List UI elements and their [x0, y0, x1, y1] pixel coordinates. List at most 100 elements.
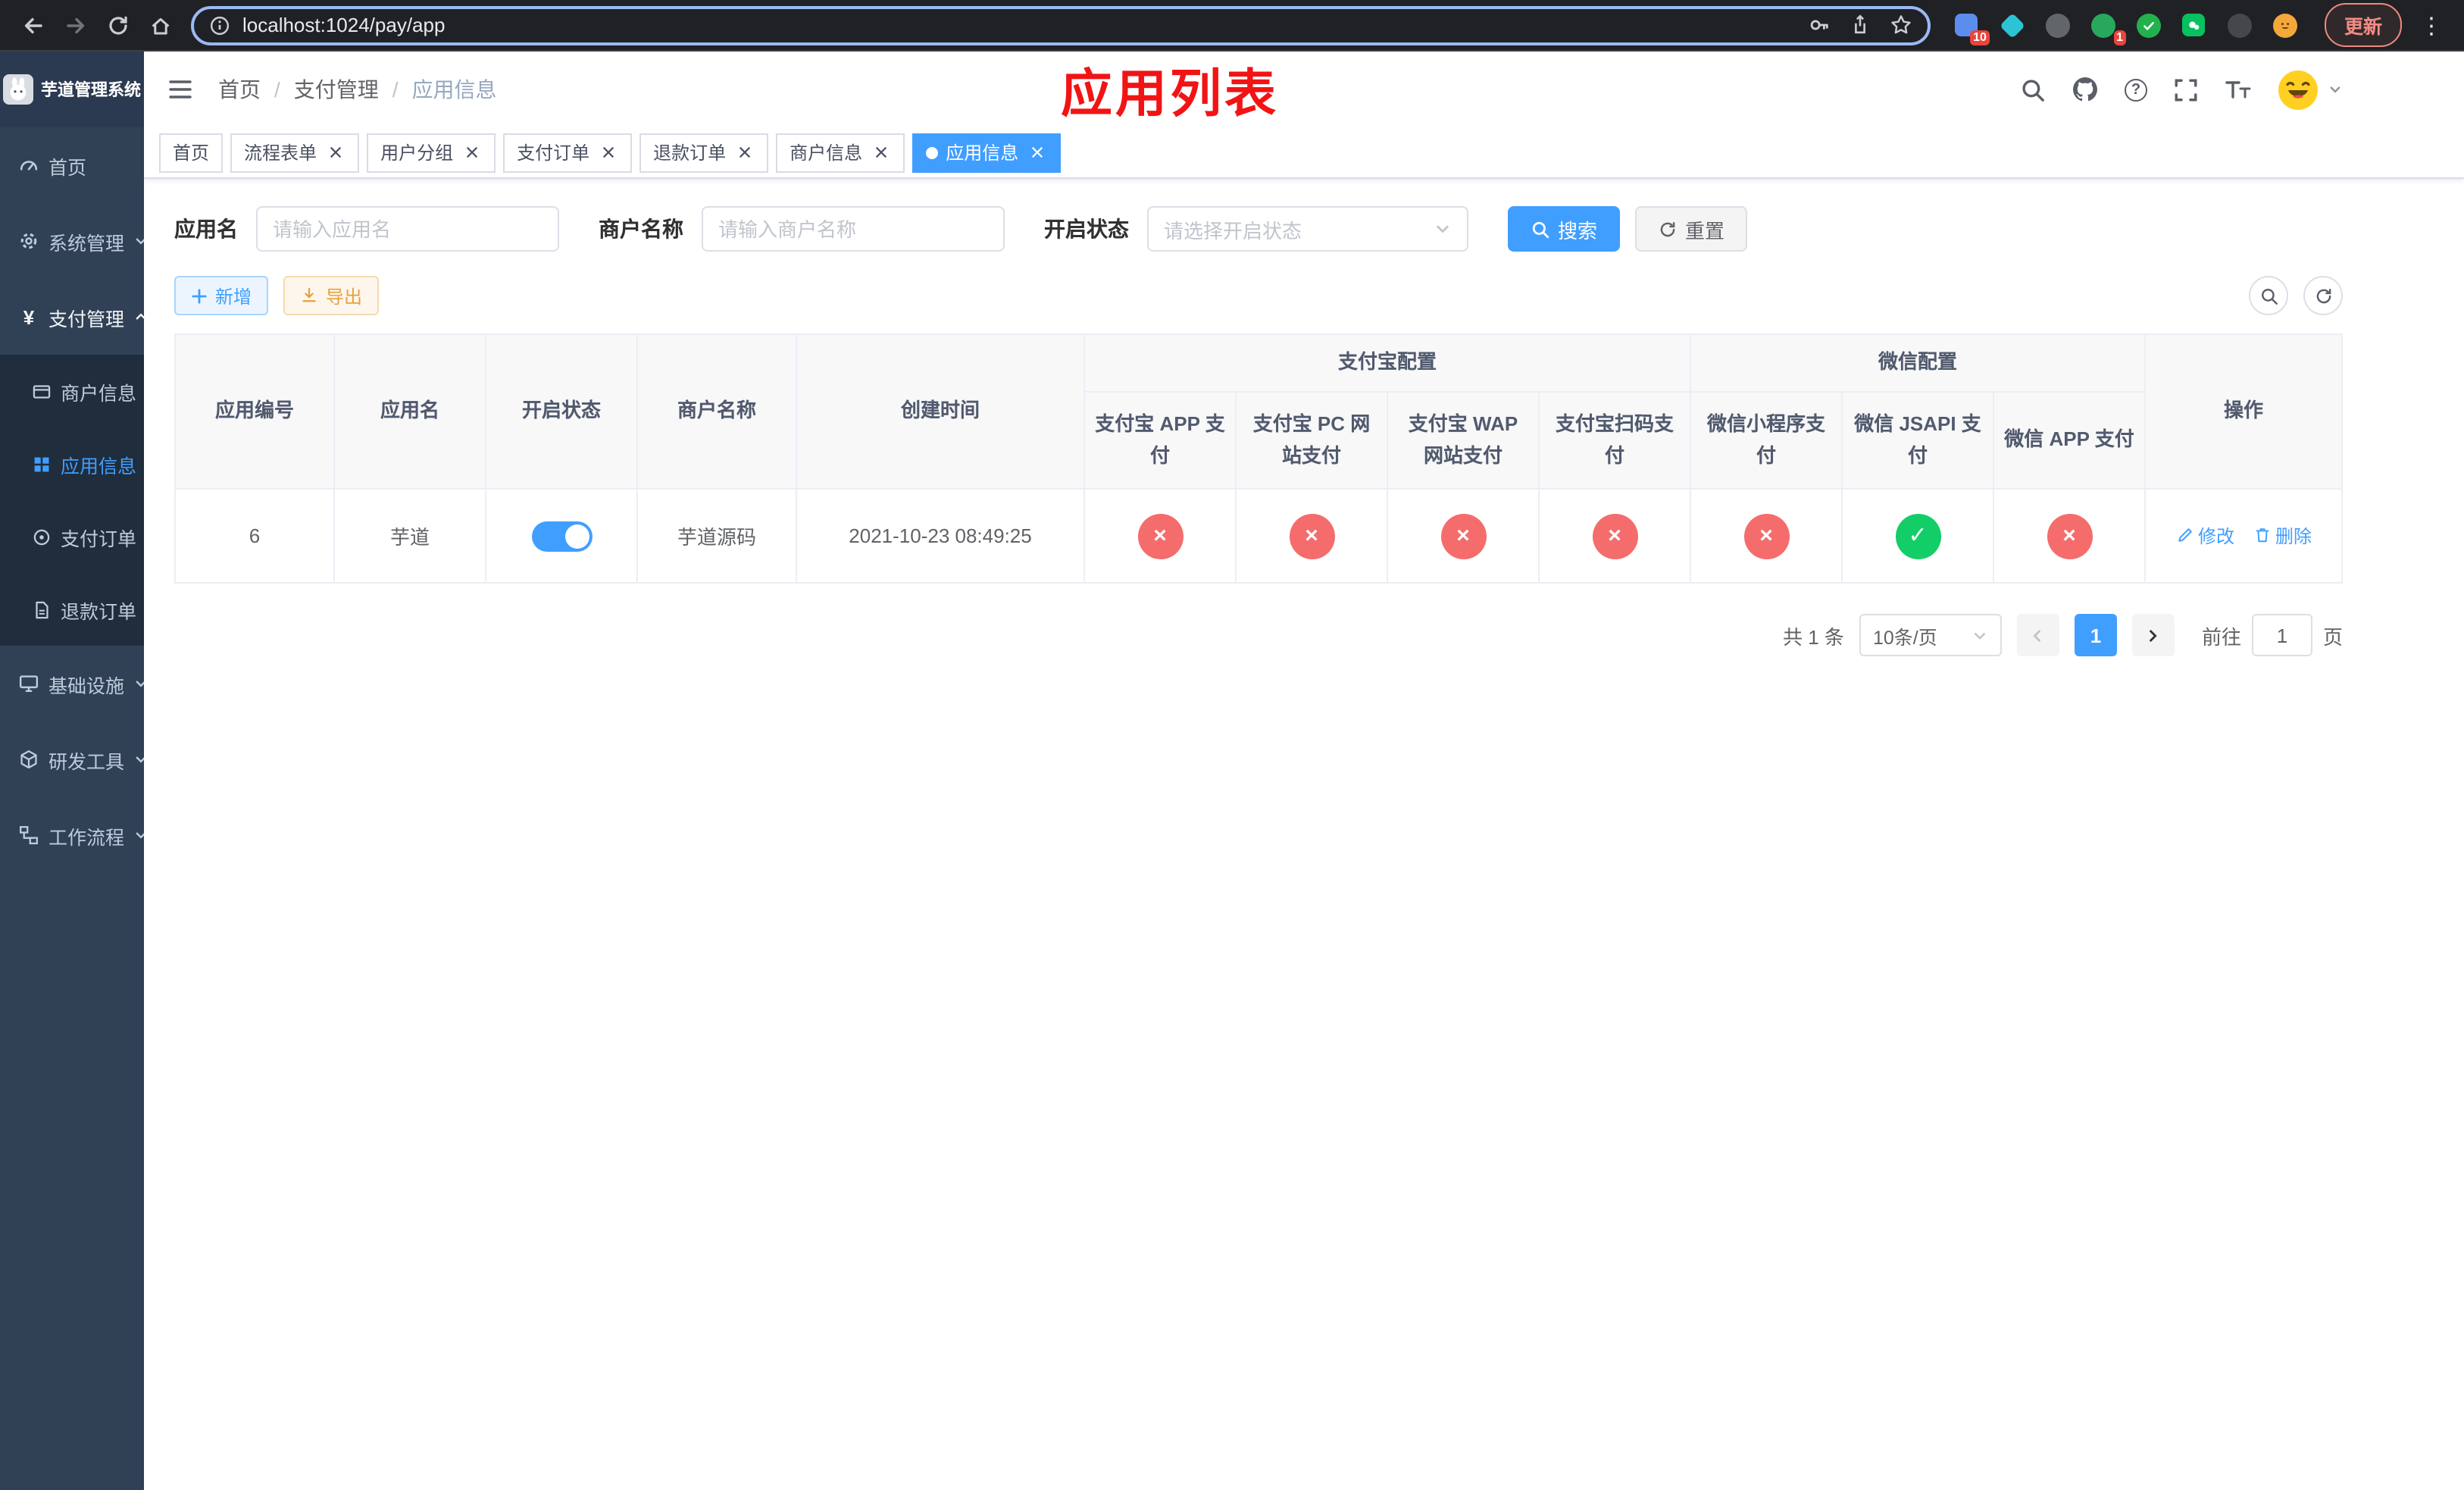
merchant-name-input-wrap	[702, 206, 1005, 252]
search-button[interactable]: 搜索	[1508, 206, 1621, 252]
sidebar-item-label: 系统管理	[48, 233, 125, 254]
sidebar-item-label: 基础设施	[48, 675, 125, 696]
share-icon[interactable]	[1849, 14, 1871, 36]
close-icon[interactable]	[733, 142, 755, 163]
tab-home[interactable]: 首页	[159, 133, 224, 172]
password-key-icon[interactable]	[1808, 14, 1831, 36]
status-label: 开启状态	[1044, 217, 1129, 241]
reset-button[interactable]: 重置	[1635, 206, 1748, 252]
browser-forward-button[interactable]	[58, 7, 94, 43]
goto-unit-label: 页	[2322, 625, 2343, 648]
sidebar-item-workflow[interactable]: 工作流程	[0, 797, 146, 873]
sidebar-item-app-info[interactable]: 应用信息	[0, 427, 144, 500]
col-wechat-app: 微信 APP 支付	[1993, 391, 2147, 490]
sidebar-item-merchant-info[interactable]: 商户信息	[0, 355, 144, 427]
browser-update-button[interactable]: 更新	[2324, 3, 2402, 47]
page-number-1[interactable]: 1	[2074, 614, 2117, 656]
tab-flow-form[interactable]: 流程表单	[230, 133, 360, 172]
col-wechat-mini: 微信小程序支付	[1690, 391, 1843, 490]
browser-toolbar: localhost:1024/pay/app 10 1 更新 ⋮	[0, 0, 2464, 52]
browser-back-button[interactable]	[15, 7, 52, 43]
logo-rabbit-icon	[3, 74, 33, 105]
browser-nav-buttons	[15, 7, 179, 43]
sidebar-item-dev-tools[interactable]: 研发工具	[0, 722, 146, 797]
gear-icon	[18, 230, 39, 252]
col-merchant: 商户名称	[636, 333, 797, 490]
close-icon[interactable]	[870, 142, 891, 163]
browser-extensions: 10 1	[1952, 10, 2300, 45]
sidebar-item-home[interactable]: 首页	[0, 127, 144, 203]
help-icon[interactable]: ?	[2125, 78, 2147, 101]
merchant-name-input[interactable]	[718, 218, 988, 240]
extension-icon-globe[interactable]	[2043, 10, 2073, 40]
font-size-icon[interactable]	[2225, 77, 2252, 102]
app-title: 芋道管理系统	[41, 82, 141, 100]
sidebar-item-infra[interactable]: 基础设施	[0, 646, 146, 722]
tab-refund-order[interactable]: 退款订单	[639, 133, 769, 172]
bookmark-star-icon[interactable]	[1890, 14, 1912, 36]
close-icon[interactable]	[461, 142, 482, 163]
close-icon[interactable]	[324, 142, 346, 163]
browser-home-button[interactable]	[142, 7, 179, 43]
omnibox-actions	[1808, 14, 1912, 36]
user-menu[interactable]	[2278, 69, 2343, 110]
tab-pay-order[interactable]: 支付订单	[503, 133, 633, 172]
extension-icon-wechat[interactable]	[2179, 10, 2209, 40]
workflow-icon	[18, 825, 39, 846]
sidebar-collapse-button[interactable]	[167, 76, 194, 103]
monitor-icon	[18, 673, 39, 694]
extension-icon-pin[interactable]	[2225, 10, 2255, 40]
extension-icon-puzzle[interactable]: 10	[1952, 10, 1990, 45]
tab-app-info[interactable]: 应用信息	[912, 133, 1062, 172]
document-icon	[30, 599, 52, 620]
fullscreen-icon[interactable]	[2173, 77, 2199, 102]
app-name-input[interactable]	[273, 218, 543, 240]
cell-wechat-jsapi: ✓	[1841, 488, 1995, 584]
delete-row-link[interactable]: 删除	[2253, 523, 2312, 549]
sidebar-item-label: 支付管理	[48, 308, 125, 330]
tab-user-group[interactable]: 用户分组	[367, 133, 496, 172]
sidebar-item-pay-order[interactable]: 支付订单	[0, 500, 144, 573]
extension-icon-check[interactable]	[2134, 10, 2164, 40]
toggle-search-button[interactable]	[2249, 276, 2288, 315]
page-size-select[interactable]: 10条/页	[1859, 614, 2002, 656]
extension-badge: 1	[2113, 30, 2126, 45]
sidebar-menu: 首页 系统管理 ¥ 支付管理 商户信息 应用信息 支付订单 退款订单 基础设施 …	[0, 127, 146, 873]
extension-icon-diamond[interactable]	[1997, 10, 2028, 40]
sidebar-item-payment[interactable]: ¥ 支付管理	[0, 279, 146, 355]
export-button[interactable]: 导出	[283, 276, 380, 315]
status-toggle[interactable]	[531, 521, 592, 551]
search-icon[interactable]	[2020, 77, 2046, 102]
browser-menu-button[interactable]: ⋮	[2414, 11, 2449, 39]
table-row: 6 芋道 芋道源码 2021-10-23 08:49:25 × × × × ×	[174, 488, 2344, 584]
refresh-table-button[interactable]	[2303, 276, 2343, 315]
github-icon[interactable]	[2072, 76, 2099, 103]
yen-icon: ¥	[23, 305, 35, 328]
add-button[interactable]: 新增	[174, 276, 269, 315]
status-select[interactable]: 请选择开启状态	[1147, 206, 1468, 252]
sidebar-item-system[interactable]: 系统管理	[0, 203, 146, 279]
next-page-button[interactable]	[2131, 614, 2175, 656]
chevron-down-icon	[1434, 220, 1452, 238]
site-info-icon[interactable]	[209, 14, 230, 36]
sidebar-item-refund-order[interactable]: 退款订单	[0, 573, 144, 646]
close-icon[interactable]	[1026, 142, 1047, 163]
edit-row-link[interactable]: 修改	[2175, 523, 2234, 549]
breadcrumb-payment[interactable]: 支付管理	[294, 74, 379, 105]
close-icon[interactable]	[597, 142, 618, 163]
prev-page-button[interactable]	[2016, 614, 2059, 656]
tab-merchant-info[interactable]: 商户信息	[776, 133, 905, 172]
breadcrumb-home[interactable]: 首页	[218, 74, 261, 105]
extension-icon-green-badge[interactable]: 1	[2088, 10, 2126, 45]
caret-down-icon	[2328, 82, 2343, 97]
cell-ops: 修改 删除	[2144, 488, 2344, 584]
cell-app-name: 芋道	[333, 488, 486, 584]
cell-alipay-pc: ×	[1235, 488, 1388, 584]
browser-refresh-button[interactable]	[100, 7, 136, 43]
app-logo[interactable]: 芋道管理系统	[0, 52, 144, 127]
address-bar[interactable]: localhost:1024/pay/app	[191, 5, 1931, 45]
profile-avatar-icon[interactable]	[2270, 10, 2300, 40]
goto-page-input[interactable]	[2251, 614, 2312, 656]
search-form: 应用名 商户名称 开启状态 请选择开启状态	[174, 206, 2343, 252]
disabled-status-icon: ×	[1137, 513, 1183, 559]
